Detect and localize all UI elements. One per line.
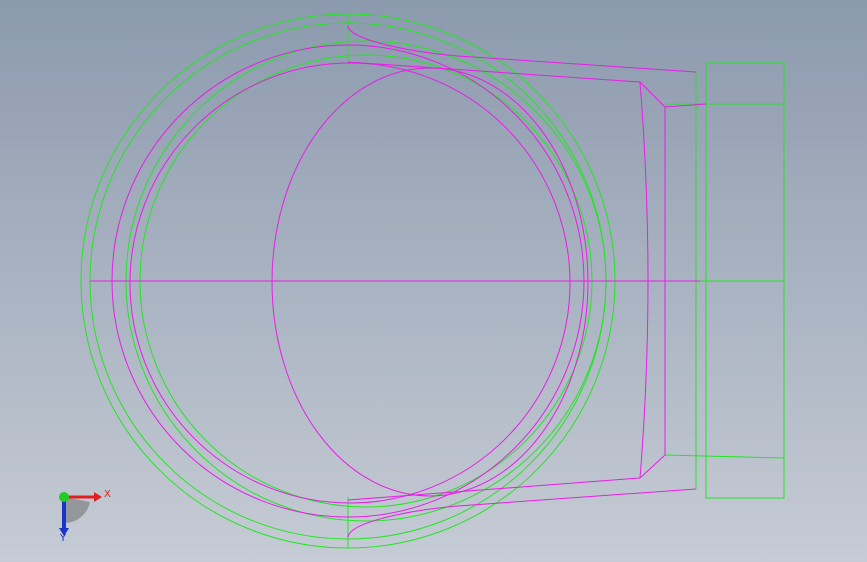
x-axis-label: X — [104, 489, 111, 500]
triad-origin — [59, 492, 69, 502]
section-ellipse — [271, 67, 589, 497]
arm-lower-inner-edge — [347, 477, 641, 501]
arm-lower-edge — [457, 488, 697, 507]
triad-shadow — [64, 497, 90, 524]
x-axis-arrowhead — [94, 492, 102, 502]
drawing-canvas[interactable]: X Y — [0, 0, 867, 562]
arm-top-chamfer — [639, 81, 666, 108]
arm-concave-edge — [639, 81, 649, 479]
bore-inner-circle — [129, 62, 571, 504]
y-axis-label: Y — [59, 533, 67, 544]
flange-bottom-step — [664, 454, 785, 459]
magenta-edges — [90, 25, 707, 538]
cad-viewport[interactable]: X Y — [0, 0, 867, 562]
arm-upper-edge — [457, 55, 697, 73]
coordinate-triad-icon: X Y — [59, 489, 111, 544]
arm-bottom-chamfer — [639, 454, 666, 479]
